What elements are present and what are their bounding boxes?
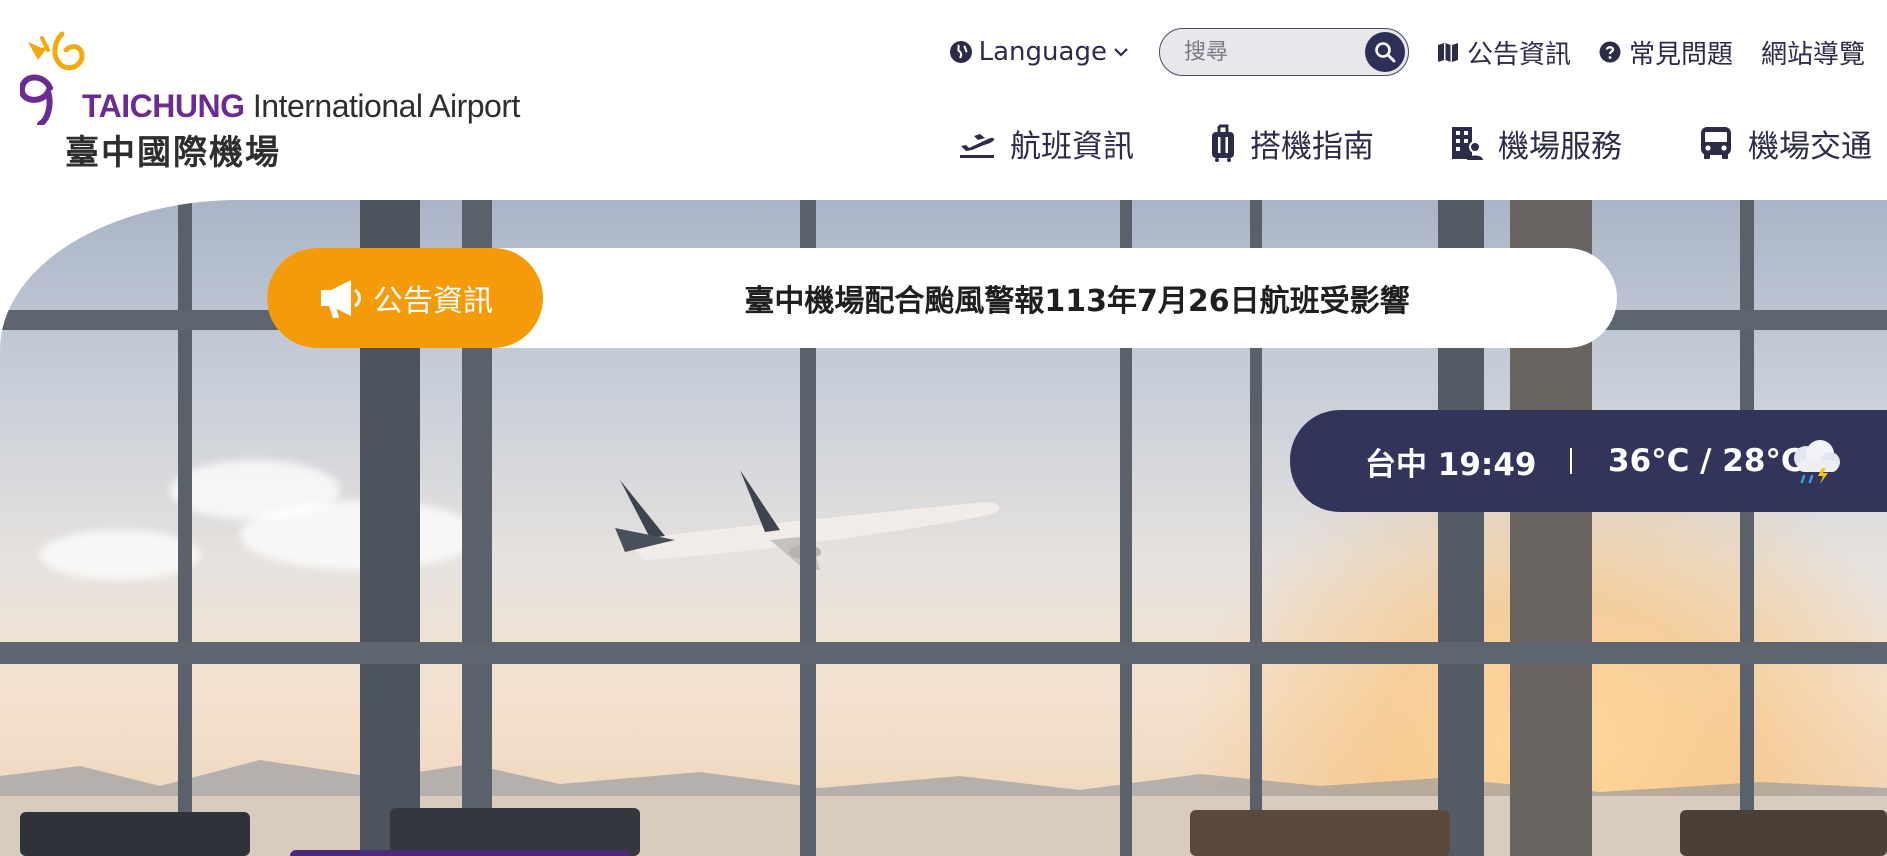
- globe-icon: [949, 41, 972, 63]
- language-label: Language: [978, 37, 1107, 67]
- nav-airport-services-label: 機場服務: [1498, 128, 1622, 165]
- faq-link-label: 常見問題: [1628, 39, 1733, 70]
- luggage-icon: [1212, 124, 1234, 162]
- bus-icon: [1701, 127, 1731, 159]
- nav-boarding-guide[interactable]: 搭機指南: [1210, 121, 1374, 166]
- airport-logo-icon: [20, 31, 85, 125]
- nav-boarding-guide-label: 搭機指南: [1250, 128, 1374, 165]
- search-button[interactable]: [1364, 32, 1405, 72]
- utility-links: Language 公告資訊: [949, 27, 1865, 77]
- nav-flight-info-label: 航班資訊: [1010, 128, 1134, 165]
- megaphone-icon: [321, 280, 361, 318]
- search-input[interactable]: [1159, 29, 1360, 75]
- weather-widget: 台中 19:49 36°C / 28°C: [1290, 410, 1887, 512]
- weather-location-time: 台中 19:49: [1365, 446, 1537, 483]
- nav-flight-info[interactable]: 航班資訊: [958, 121, 1134, 166]
- faq-link[interactable]: 常見問題: [1599, 34, 1733, 71]
- building-service-icon: [1452, 127, 1483, 160]
- announcement-tag-label: 公告資訊: [373, 284, 493, 319]
- search-icon: [1375, 42, 1396, 63]
- main-navigation: 航班資訊 搭機指南 機場服務 機場交通: [958, 116, 1872, 170]
- content-tab-indicator: [290, 850, 630, 856]
- logo-chinese-name: 臺中國際機場: [65, 133, 281, 173]
- site-header: TAICHUNG International Airport 臺中國際機場 La…: [0, 0, 1887, 200]
- sitemap-link-label: 網站導覽: [1760, 39, 1865, 70]
- nav-transportation[interactable]: 機場交通: [1698, 121, 1872, 166]
- announcements-link[interactable]: 公告資訊: [1437, 34, 1571, 71]
- nav-airport-services[interactable]: 機場服務: [1450, 121, 1622, 166]
- weather-temperature: 36°C / 28°C: [1608, 443, 1804, 479]
- question-icon: [1599, 41, 1621, 63]
- logo-brand: TAICHUNG: [82, 88, 245, 124]
- plane-takeoff-icon: [960, 134, 995, 158]
- weather-divider: [1570, 448, 1572, 474]
- announcement-headline[interactable]: 臺中機場配合颱風警報113年7月26日航班受影響: [567, 248, 1587, 348]
- announcement-tag[interactable]: 公告資訊: [267, 248, 543, 348]
- search-box: [1158, 28, 1409, 76]
- language-selector[interactable]: Language: [949, 37, 1129, 67]
- nav-transportation-label: 機場交通: [1748, 128, 1872, 165]
- chevron-down-icon: [1114, 48, 1128, 57]
- logo-subtitle: International Airport: [252, 88, 521, 124]
- waiting-seats: [20, 808, 1887, 856]
- logo-english: TAICHUNG International Airport: [82, 88, 520, 125]
- sitemap-link[interactable]: 網站導覽: [1761, 34, 1865, 71]
- thunderstorm-rain-icon: [1794, 440, 1840, 484]
- announcements-link-label: 公告資訊: [1466, 39, 1571, 70]
- hero-banner: 公告資訊 臺中機場配合颱風警報113年7月26日航班受影響 台中 19:49 3…: [0, 200, 1887, 856]
- map-icon: [1437, 43, 1458, 62]
- announcement-bar: 公告資訊 臺中機場配合颱風警報113年7月26日航班受影響: [267, 248, 1617, 348]
- site-logo[interactable]: TAICHUNG International Airport 臺中國際機場: [20, 30, 520, 173]
